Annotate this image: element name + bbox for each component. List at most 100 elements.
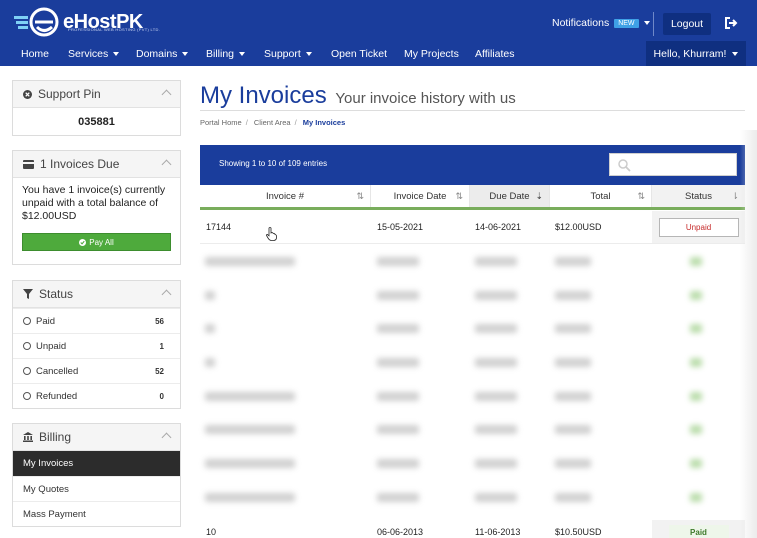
breadcrumb: Portal Home / Client Area / My Invoices — [200, 118, 346, 127]
status-panel: Status Paid 56 Unpaid 1 Cancelled 52 Ref… — [12, 280, 181, 409]
page-title: My Invoices Your invoice history with us — [200, 82, 516, 110]
table-search-input[interactable] — [609, 153, 737, 176]
cell-total: $12.00USD — [555, 222, 602, 232]
support-pin-value: 035881 — [78, 115, 115, 128]
cell-invoice-number: 17144 — [206, 222, 232, 232]
radio-icon[interactable] — [23, 342, 31, 350]
user-greeting: Hello, Khurram! — [653, 47, 727, 60]
cell-status: Unpaid — [652, 211, 745, 243]
col-invoice-number[interactable]: Invoice # ⇅ — [200, 185, 371, 207]
status-header[interactable]: Status — [13, 281, 180, 308]
invoices-due-panel: 1 Invoices Due You have 1 invoice(s) cur… — [12, 150, 181, 265]
billing-item-mass-payment[interactable]: Mass Payment — [13, 501, 180, 526]
nav-support-label: Support — [264, 48, 301, 60]
page-subtitle: Your invoice history with us — [335, 90, 516, 107]
notifications-menu[interactable]: Notifications NEW — [552, 17, 650, 29]
bank-icon — [23, 432, 33, 442]
nav-domains[interactable]: Domains — [136, 48, 189, 60]
brand-logo[interactable]: eHostPK — [13, 7, 143, 37]
header-divider — [653, 12, 654, 36]
col-invoice-date[interactable]: Invoice Date ⇅ — [371, 185, 470, 207]
nav-open-ticket[interactable]: Open Ticket — [331, 48, 387, 60]
invoices-due-header[interactable]: 1 Invoices Due — [13, 151, 180, 178]
billing-item-my-quotes[interactable]: My Quotes — [13, 476, 180, 501]
support-pin-header[interactable]: Support Pin — [13, 81, 180, 108]
invoices-due-text: You have 1 invoice(s) currently unpaid w… — [22, 184, 166, 222]
billing-panel: Billing My Invoices My Quotes Mass Payme… — [12, 423, 181, 527]
radio-icon[interactable] — [23, 317, 31, 325]
cell-invoice-date: 15-05-2021 — [377, 222, 424, 232]
new-badge: NEW — [614, 18, 639, 28]
caret-down-icon — [732, 51, 739, 56]
col-label: Status — [685, 190, 712, 202]
edge-shading — [740, 130, 757, 538]
user-menu[interactable]: Hello, Khurram! — [646, 41, 746, 66]
chevron-up-icon[interactable] — [161, 159, 172, 170]
status-label: Paid — [36, 315, 56, 327]
col-due-date[interactable]: Due Date ⇣ — [470, 185, 550, 207]
brand-tagline: PROFESSIONAL WEB HOSTING (PVT) LTD. — [68, 27, 161, 32]
radio-icon[interactable] — [23, 392, 31, 400]
status-label: Refunded — [36, 390, 78, 402]
hand-cursor-icon — [266, 227, 277, 241]
table-row[interactable]: 10 06-06-2013 11-06-2013 $10.50USD Paid — [200, 520, 745, 538]
nav-billing[interactable]: Billing — [206, 48, 246, 60]
breadcrumb-portal-home[interactable]: Portal Home — [200, 118, 242, 127]
pay-all-button[interactable]: Pay All — [22, 233, 171, 251]
chevron-up-icon[interactable] — [161, 289, 172, 300]
nav-support[interactable]: Support — [264, 48, 312, 60]
status-label: Cancelled — [36, 365, 79, 377]
sort-asc-icon: ⇣ — [535, 191, 543, 201]
status-filter-refunded[interactable]: Refunded 0 — [13, 383, 180, 408]
table-header-row: Invoice # ⇅ Invoice Date ⇅ Due Date ⇣ To… — [200, 185, 745, 210]
col-label: Invoice Date — [393, 190, 447, 202]
breadcrumb-client-area[interactable]: Client Area — [254, 118, 291, 127]
nav-my-projects[interactable]: My Projects — [404, 48, 459, 60]
blurred-table-rows — [200, 245, 757, 520]
check-circle-icon — [79, 238, 87, 246]
logout-button[interactable]: Logout — [663, 13, 711, 35]
nav-services-label: Services — [68, 48, 109, 60]
col-label: Due Date — [489, 190, 530, 202]
radio-icon[interactable] — [23, 367, 31, 375]
cell-due-date: 14-06-2021 — [475, 222, 522, 232]
top-header: eHostPK PROFESSIONAL WEB HOSTING (PVT) L… — [0, 0, 757, 44]
nav-home[interactable]: Home — [21, 48, 49, 60]
caret-down-icon — [182, 52, 189, 56]
sort-icon: ⇅ — [356, 191, 364, 201]
col-status[interactable]: Status ⇂ — [652, 185, 745, 207]
notifications-label: Notifications — [552, 17, 610, 29]
chevron-up-icon[interactable] — [161, 89, 172, 100]
nav-domains-label: Domains — [136, 48, 178, 60]
nav-services[interactable]: Services — [68, 48, 120, 60]
unpaid-badge: Unpaid — [658, 217, 739, 237]
col-label: Invoice # — [265, 190, 305, 202]
col-label: Total — [590, 190, 611, 202]
status-count: 1 — [159, 341, 164, 351]
caret-down-icon — [305, 52, 312, 56]
support-pin-panel: Support Pin 035881 — [12, 80, 181, 136]
billing-header[interactable]: Billing — [13, 424, 180, 451]
status-filter-cancelled[interactable]: Cancelled 52 — [13, 358, 180, 383]
paid-badge: Paid — [668, 525, 729, 538]
col-total[interactable]: Total ⇅ — [550, 185, 652, 207]
caret-down-icon — [643, 21, 650, 25]
nav-home-label: Home — [21, 48, 50, 60]
title-divider — [200, 110, 745, 111]
status-label: Unpaid — [36, 340, 67, 352]
status-filter-paid[interactable]: Paid 56 — [13, 308, 180, 333]
billing-item-my-invoices[interactable]: My Invoices — [13, 451, 180, 476]
exit-icon[interactable] — [724, 16, 738, 30]
cell-status: Paid — [652, 520, 745, 538]
chevron-up-icon[interactable] — [161, 432, 172, 443]
caret-down-icon — [239, 52, 246, 56]
status-filter-unpaid[interactable]: Unpaid 1 — [13, 333, 180, 358]
status-title: Status — [39, 287, 74, 301]
caret-down-icon — [113, 52, 120, 56]
logo-icon — [14, 7, 59, 37]
search-icon — [618, 159, 631, 172]
nav-open-ticket-label: Open Ticket — [331, 48, 388, 60]
table-row[interactable]: 17144 15-05-2021 14-06-2021 $12.00USD Un… — [200, 211, 745, 244]
nav-affiliates[interactable]: Affiliates — [475, 48, 515, 60]
table-toolbar: Showing 1 to 10 of 109 entries — [200, 145, 745, 185]
